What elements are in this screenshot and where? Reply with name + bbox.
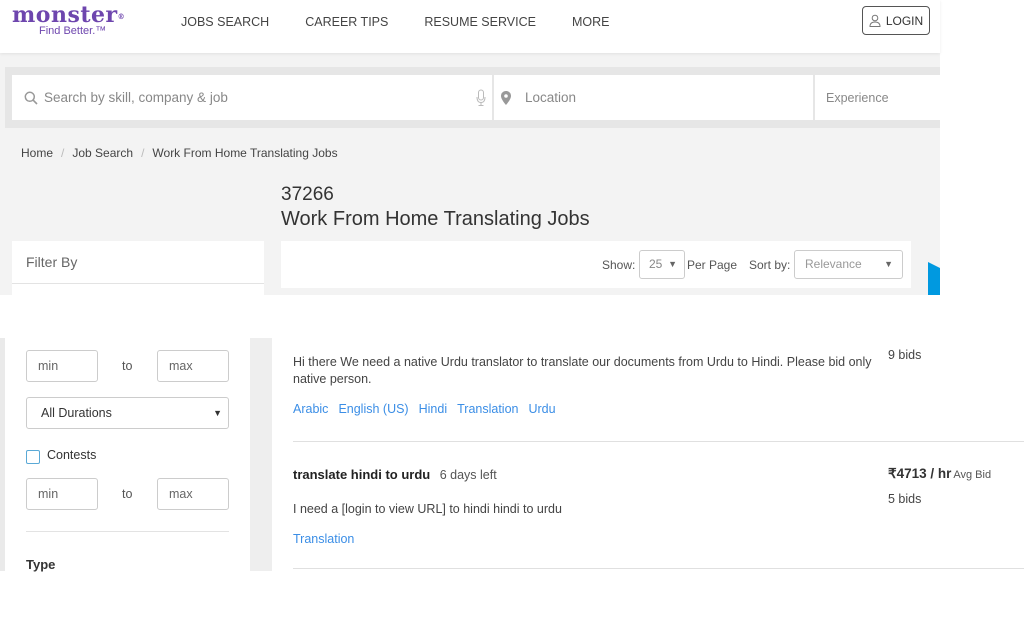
- search-icon: [24, 91, 38, 105]
- nav-jobs-search[interactable]: JOBS SEARCH: [181, 15, 269, 29]
- location-placeholder: Location: [525, 90, 577, 105]
- sort-bar: Show: 25 ▼ Per Page Sort by: Relevance ▼: [281, 241, 911, 288]
- nav-career-tips[interactable]: CAREER TIPS: [305, 15, 388, 29]
- monster-page: monster® Find Better.™ JOBS SEARCH CAREE…: [0, 0, 940, 295]
- job-title[interactable]: translate hindi to urdu: [293, 467, 430, 482]
- site-header: monster® Find Better.™ JOBS SEARCH CAREE…: [0, 0, 940, 53]
- experience-select[interactable]: Experience: [815, 75, 940, 120]
- logo-registered: ®: [117, 12, 126, 21]
- job-listing: Hi there We need a native Urdu translato…: [293, 348, 1024, 416]
- sort-select[interactable]: Relevance ▼: [794, 250, 903, 279]
- contest-max-input[interactable]: max: [157, 478, 229, 510]
- result-count: 37266: [281, 184, 334, 205]
- per-page-label: Per Page: [687, 258, 738, 272]
- user-icon: [869, 14, 881, 27]
- chevron-down-icon: ▼: [884, 259, 893, 269]
- range-to-label: to: [122, 359, 133, 373]
- bid-count: 5 bids: [888, 492, 922, 506]
- contests-checkbox[interactable]: [26, 450, 40, 464]
- contest-min-input[interactable]: min: [26, 478, 98, 510]
- sort-value: Relevance: [805, 257, 862, 271]
- contests-label[interactable]: Contests: [47, 448, 96, 462]
- job-tag[interactable]: Arabic: [293, 402, 328, 416]
- breadcrumb-current: Work From Home Translating Jobs: [152, 146, 338, 160]
- skill-search-input[interactable]: Search by skill, company & job: [12, 75, 492, 120]
- chevron-down-icon: ▼: [213, 408, 222, 418]
- listing-section: min to max All Durations ▼ Contests min …: [0, 338, 1024, 572]
- breadcrumb-job-search[interactable]: Job Search: [72, 146, 133, 160]
- panel-gutter: [250, 338, 272, 571]
- login-button[interactable]: LOGIN: [862, 6, 930, 35]
- type-heading: Type: [26, 557, 56, 572]
- microphone-icon[interactable]: [476, 89, 486, 107]
- per-page-select[interactable]: 25 ▼: [639, 250, 685, 279]
- job-listing: translate hindi to urdu 6 days left ₹471…: [293, 466, 1024, 546]
- job-tag[interactable]: Translation: [457, 402, 518, 416]
- budget-min-input[interactable]: min: [26, 350, 98, 382]
- budget-max-input[interactable]: max: [157, 350, 229, 382]
- listing-divider: [293, 568, 1024, 569]
- location-pin-icon: [501, 90, 511, 105]
- breadcrumb-separator: /: [141, 146, 145, 160]
- filter-panel: Filter By: [12, 241, 264, 295]
- avg-bid-price: ₹4713 / hr Avg Bid: [888, 466, 991, 482]
- page-title: Work From Home Translating Jobs: [281, 208, 590, 230]
- breadcrumb: Home / Job Search / Work From Home Trans…: [21, 146, 338, 160]
- filter-title: Filter By: [26, 254, 78, 270]
- chevron-down-icon: ▼: [668, 259, 677, 269]
- job-tags: Arabic English (US) Hindi Translation Ur…: [293, 402, 1024, 416]
- per-page-value: 25: [649, 257, 663, 271]
- range-to-label: to: [122, 487, 133, 501]
- listing-divider: [293, 441, 1024, 442]
- job-tag[interactable]: Urdu: [528, 402, 555, 416]
- login-label: LOGIN: [885, 13, 924, 28]
- breadcrumb-home[interactable]: Home: [21, 146, 53, 160]
- breadcrumb-separator: /: [61, 146, 65, 160]
- price-note: Avg Bid: [953, 469, 992, 481]
- nav-resume-service[interactable]: RESUME SERVICE: [424, 15, 536, 29]
- side-tab[interactable]: [928, 262, 940, 295]
- filter-divider: [12, 283, 264, 284]
- bid-count: 9 bids: [888, 348, 922, 362]
- price-value: ₹4713 / hr: [888, 466, 952, 481]
- search-bar: Search by skill, company & job Location …: [5, 67, 940, 128]
- duration-value: All Durations: [41, 406, 112, 420]
- skill-search-placeholder: Search by skill, company & job: [44, 90, 228, 105]
- budget-min-placeholder: min: [38, 359, 59, 373]
- sidebar-divider: [26, 531, 229, 532]
- budget-max-placeholder: max: [169, 359, 193, 373]
- main-nav: JOBS SEARCH CAREER TIPS RESUME SERVICE M…: [181, 15, 645, 29]
- filter-sidebar: min to max All Durations ▼ Contests min …: [5, 338, 250, 572]
- experience-placeholder: Experience: [826, 90, 889, 105]
- time-left: 6 days left: [439, 468, 497, 482]
- monster-logo[interactable]: monster® Find Better.™: [12, 2, 137, 37]
- job-tag[interactable]: Translation: [293, 532, 354, 546]
- duration-select[interactable]: All Durations ▼: [26, 397, 229, 429]
- location-input[interactable]: Location: [494, 75, 813, 120]
- contest-max-placeholder: max: [169, 487, 193, 501]
- nav-more[interactable]: MORE: [572, 15, 610, 29]
- job-description: Hi there We need a native Urdu translato…: [293, 355, 872, 386]
- job-tag[interactable]: English (US): [338, 402, 408, 416]
- contest-min-placeholder: min: [38, 487, 59, 501]
- job-description: I need a [login to view URL] to hindi hi…: [293, 502, 562, 516]
- show-label: Show:: [602, 258, 636, 272]
- job-tag[interactable]: Hindi: [419, 402, 448, 416]
- job-tags: Translation: [293, 532, 1024, 546]
- sort-by-label: Sort by:: [749, 258, 791, 272]
